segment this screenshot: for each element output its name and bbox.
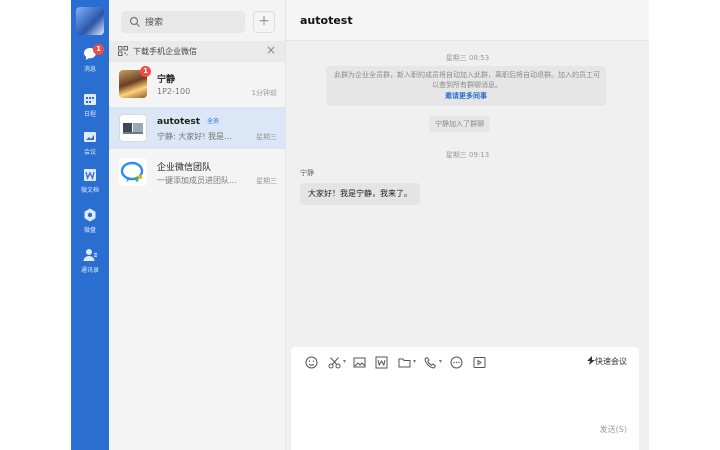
avatar (119, 114, 147, 142)
conversation-name: autotest 全员 (157, 116, 223, 127)
chat-header: autotest (286, 0, 649, 41)
contacts-icon (83, 249, 97, 261)
conversation-item-wecom-team[interactable]: 企业微信团队 一键添加成员进团队... 星期三 (109, 151, 285, 193)
drive-icon (84, 208, 96, 222)
banner-text: 下载手机企业微信 (133, 47, 197, 56)
chevron-down-icon[interactable]: ▾ (439, 358, 442, 365)
more-icon[interactable] (450, 356, 463, 369)
nav-label: 通讯录 (80, 267, 99, 274)
invite-more-link[interactable]: 邀请更多同事 (326, 91, 606, 101)
folder-icon[interactable] (398, 356, 411, 369)
nav-label: 日程 (83, 111, 96, 118)
phone-icon[interactable] (424, 356, 437, 369)
conversation-name: 企业微信团队 (157, 163, 212, 173)
scissors-icon[interactable] (328, 356, 341, 369)
avatar (119, 158, 147, 186)
meeting-icon (84, 132, 96, 142)
emoji-icon[interactable] (305, 356, 318, 369)
image-icon[interactable] (353, 356, 366, 369)
chat-title: autotest (300, 14, 353, 27)
app-window: 消息 1 日程 会议 微文档 微盘 通讯录 搜索 + 下载手机企业微信 × 1 … (71, 0, 649, 450)
nav-item-document[interactable]: 微文档 (71, 167, 109, 194)
all-staff-tag: 全员 (204, 116, 223, 125)
search-placeholder: 搜索 (145, 18, 164, 28)
message-composer: ▾ ▾ ▾ 快速会议 发送(S) (291, 347, 639, 450)
conversation-time: 星期三 (256, 177, 277, 185)
nav-item-meeting[interactable]: 会议 (71, 129, 109, 156)
conversation-preview: 1P2-100 (157, 87, 191, 96)
join-notice: 宁静加入了群聊 (429, 116, 490, 132)
chevron-down-icon[interactable]: ▾ (413, 358, 416, 365)
left-nav: 消息 1 日程 会议 微文档 微盘 通讯录 (71, 0, 109, 450)
wecom-logo-icon (120, 161, 144, 182)
quick-meeting-button[interactable]: 快速会议 (587, 356, 627, 367)
conversation-time: 1分钟前 (251, 89, 277, 97)
screen-icon[interactable] (473, 356, 486, 369)
close-icon[interactable]: × (266, 43, 276, 57)
qr-code-icon (118, 46, 128, 56)
group-avatar-icon (123, 123, 143, 134)
message-bubble[interactable]: 大家好！我是宁静，我来了。 (300, 183, 420, 205)
word-icon[interactable] (375, 356, 388, 369)
lightning-icon (587, 356, 595, 365)
download-app-banner[interactable]: 下载手机企业微信 × (109, 41, 285, 62)
nav-label: 会议 (83, 149, 96, 156)
nav-label: 微文档 (80, 187, 99, 194)
conversation-preview: 一键添加成员进团队... (157, 176, 237, 185)
add-button[interactable]: + (253, 11, 275, 33)
conversation-list-panel: 搜索 + 下载手机企业微信 × 1 宁静 1P2-100 1分钟前 autote… (109, 0, 286, 450)
chat-panel: autotest 星期三 08:53 此群为企业全员群，新入职的成员将自动加入此… (286, 0, 649, 450)
nav-item-messages[interactable]: 消息 1 (71, 44, 109, 73)
conversation-name: 宁静 (157, 75, 176, 85)
my-avatar[interactable] (76, 7, 104, 35)
conversation-preview: 宁静: 大家好! 我是... (157, 132, 232, 141)
timestamp: 星期三 08:53 (445, 54, 490, 62)
calendar-icon (84, 94, 96, 105)
nav-item-drive[interactable]: 微盘 (71, 207, 109, 234)
send-button[interactable]: 发送(S) (600, 424, 627, 435)
unread-badge: 1 (93, 44, 104, 55)
nav-item-contacts[interactable]: 通讯录 (71, 247, 109, 274)
message-sender: 宁静 (300, 169, 314, 177)
conversation-item-autotest[interactable]: autotest 全员 宁静: 大家好! 我是... 星期三 (109, 107, 285, 149)
conversation-time: 星期三 (256, 133, 277, 141)
nav-label: 消息 (83, 66, 96, 73)
timestamp: 星期三 09:13 (445, 151, 490, 159)
search-input[interactable]: 搜索 (121, 11, 245, 33)
nav-item-calendar[interactable]: 日程 (71, 91, 109, 118)
search-icon (129, 16, 140, 27)
nav-label: 微盘 (83, 227, 96, 234)
notice-text: 此群为企业全员群，新入职的成员将自动加入此群，离职后将自动退群。加入的员工可以查… (334, 71, 600, 89)
unread-badge: 1 (140, 66, 151, 77)
conversation-item-ningjing[interactable]: 1 宁静 1P2-100 1分钟前 (109, 63, 285, 105)
chevron-down-icon[interactable]: ▾ (343, 358, 346, 365)
document-icon (84, 169, 96, 181)
system-notice: 此群为企业全员群，新入职的成员将自动加入此群，离职后将自动退群。加入的员工可以查… (326, 66, 606, 106)
